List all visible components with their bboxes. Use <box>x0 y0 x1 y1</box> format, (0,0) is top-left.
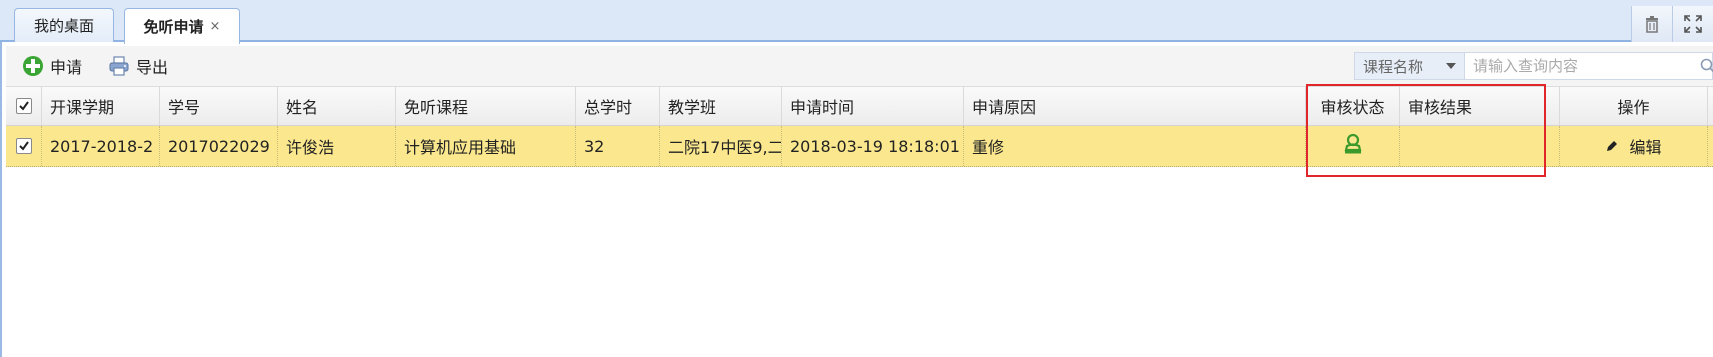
col-actions: 操作 <box>1560 87 1708 125</box>
apply-button[interactable]: 申请 <box>22 54 82 78</box>
cell-actions: 编辑 <box>1560 126 1708 166</box>
search-field-value: 课程名称 <box>1363 57 1424 76</box>
search-field-select[interactable]: 课程名称 <box>1355 53 1465 79</box>
tab-my-desktop[interactable]: 我的桌面 <box>14 8 114 42</box>
panel-edge <box>0 42 2 357</box>
checkbox[interactable] <box>15 138 32 154</box>
row-checkbox-cell[interactable] <box>6 126 42 166</box>
col-apply-time[interactable]: 申请时间 <box>782 87 964 125</box>
cell-reason: 重修 <box>964 126 1306 166</box>
cell-semester: 2017-2018-2 <box>42 126 160 166</box>
export-button[interactable]: 导出 <box>108 54 168 78</box>
cell-apply-time: 2018-03-19 18:18:01 <box>782 126 964 166</box>
select-all-checkbox[interactable] <box>6 87 42 125</box>
col-course[interactable]: 免听课程 <box>396 87 576 125</box>
cell-name: 许俊浩 <box>278 126 396 166</box>
add-icon <box>22 55 44 77</box>
toolbar: 申请 导出 课程名称 <box>6 46 1713 87</box>
annotation-highlight-box <box>1306 84 1546 177</box>
col-name[interactable]: 姓名 <box>278 87 396 125</box>
edit-label: 编辑 <box>1629 138 1662 157</box>
printer-icon <box>108 55 130 77</box>
cell-course: 计算机应用基础 <box>396 126 576 166</box>
trash-icon[interactable] <box>1631 6 1672 42</box>
search-box: 课程名称 <box>1354 52 1713 80</box>
apply-label: 申请 <box>50 58 83 77</box>
tab-bar: 我的桌面 免听申请 × <box>0 0 1713 44</box>
tab-label: 我的桌面 <box>33 17 94 35</box>
close-icon[interactable]: × <box>210 19 221 34</box>
col-class[interactable]: 教学班 <box>660 87 782 125</box>
cell-hours: 32 <box>576 126 660 166</box>
tab-label: 免听申请 <box>143 18 204 36</box>
tab-exemption-apply[interactable]: 免听申请 × <box>124 8 240 44</box>
col-hours[interactable]: 总学时 <box>576 87 660 125</box>
pencil-icon <box>1605 139 1619 153</box>
col-student-id[interactable]: 学号 <box>160 87 278 125</box>
fullscreen-icon[interactable] <box>1672 6 1713 42</box>
chevron-down-icon <box>1446 63 1456 69</box>
tab-tools <box>1631 6 1713 42</box>
export-label: 导出 <box>136 58 169 77</box>
col-reason[interactable]: 申请原因 <box>964 87 1306 125</box>
search-icon[interactable] <box>1700 58 1713 78</box>
col-semester[interactable]: 开课学期 <box>42 87 160 125</box>
search-input[interactable] <box>1465 53 1712 79</box>
edit-button[interactable]: 编辑 <box>1605 134 1662 158</box>
checkbox[interactable] <box>15 98 32 114</box>
cell-class: 二院17中医9,二 <box>660 126 782 166</box>
cell-student-id: 2017022029 <box>160 126 278 166</box>
